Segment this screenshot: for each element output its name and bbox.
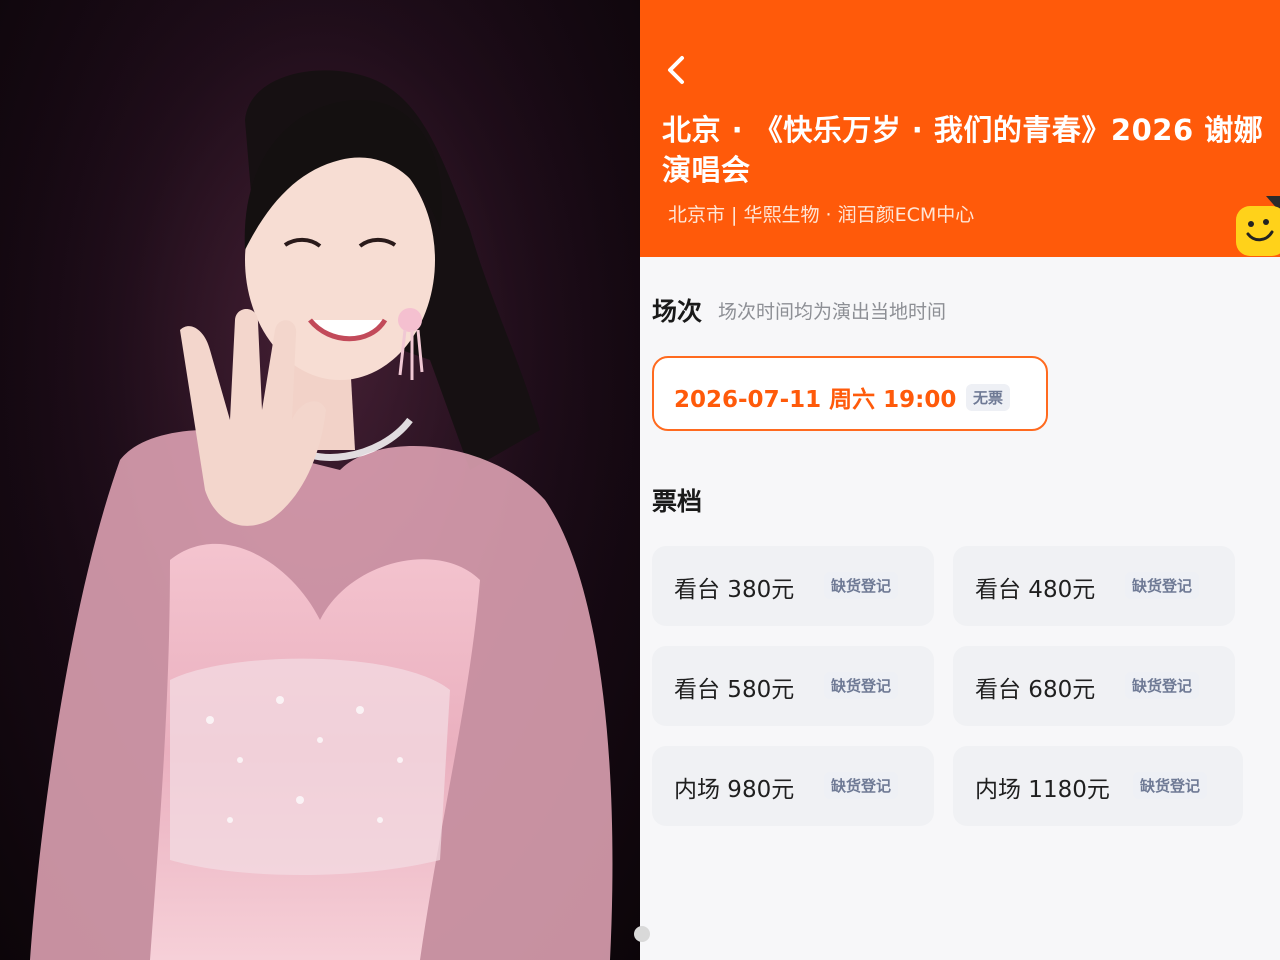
ticket-tier-580[interactable]: 看台 580元 缺货登记 [652,646,934,726]
session-option-selected[interactable]: 2026-07-11 周六 19:00 无票 [652,356,1048,431]
ticket-tier-980[interactable]: 内场 980元 缺货登记 [652,746,934,826]
session-note: 场次时间均为演出当地时间 [718,301,947,323]
mascot [1236,196,1280,258]
waitlist-badge: 缺货登记 [1133,772,1208,799]
chevron-left-icon [668,56,684,84]
back-button[interactable] [658,50,694,90]
session-datetime: 2026-07-11 周六 19:00 [674,387,957,413]
ticket-section-title: 票档 [652,487,703,516]
smiley-mascot-icon [1236,196,1280,256]
event-title: 北京 · 《快乐万岁 · 我们的青春》2026 谢娜演唱会 [662,113,1264,187]
ticket-tier-label: 看台 380元 [674,577,795,603]
ticket-tier-label: 看台 480元 [975,577,1096,603]
singer-illustration [0,0,640,960]
no-ticket-badge: 无票 [966,384,1011,411]
ticket-tier-label: 看台 580元 [674,677,795,703]
ticket-tier-label: 内场 980元 [674,777,795,803]
scroll-indicator-dot [634,926,650,942]
ticket-tier-380[interactable]: 看台 380元 缺货登记 [652,546,934,626]
event-venue: 北京市 | 华熙生物 · 润百颜ECM中心 [668,204,975,226]
ticket-tier-label: 看台 680元 [975,677,1096,703]
waitlist-badge: 缺货登记 [824,572,899,599]
session-section-title: 场次 [652,297,703,326]
event-header: 北京 · 《快乐万岁 · 我们的青春》2026 谢娜演唱会 北京市 | 华熙生物… [640,0,1280,257]
ticket-tier-680[interactable]: 看台 680元 缺货登记 [953,646,1235,726]
ticket-tier-label: 内场 1180元 [975,777,1110,803]
ticket-tier-480[interactable]: 看台 480元 缺货登记 [953,546,1235,626]
waitlist-badge: 缺货登记 [1125,672,1200,699]
waitlist-badge: 缺货登记 [824,672,899,699]
singer-photo [0,0,640,960]
waitlist-badge: 缺货登记 [1125,572,1200,599]
ticket-tier-1180[interactable]: 内场 1180元 缺货登记 [953,746,1243,826]
waitlist-badge: 缺货登记 [824,772,899,799]
ticket-app-panel: 北京 · 《快乐万岁 · 我们的青春》2026 谢娜演唱会 北京市 | 华熙生物… [640,0,1280,960]
